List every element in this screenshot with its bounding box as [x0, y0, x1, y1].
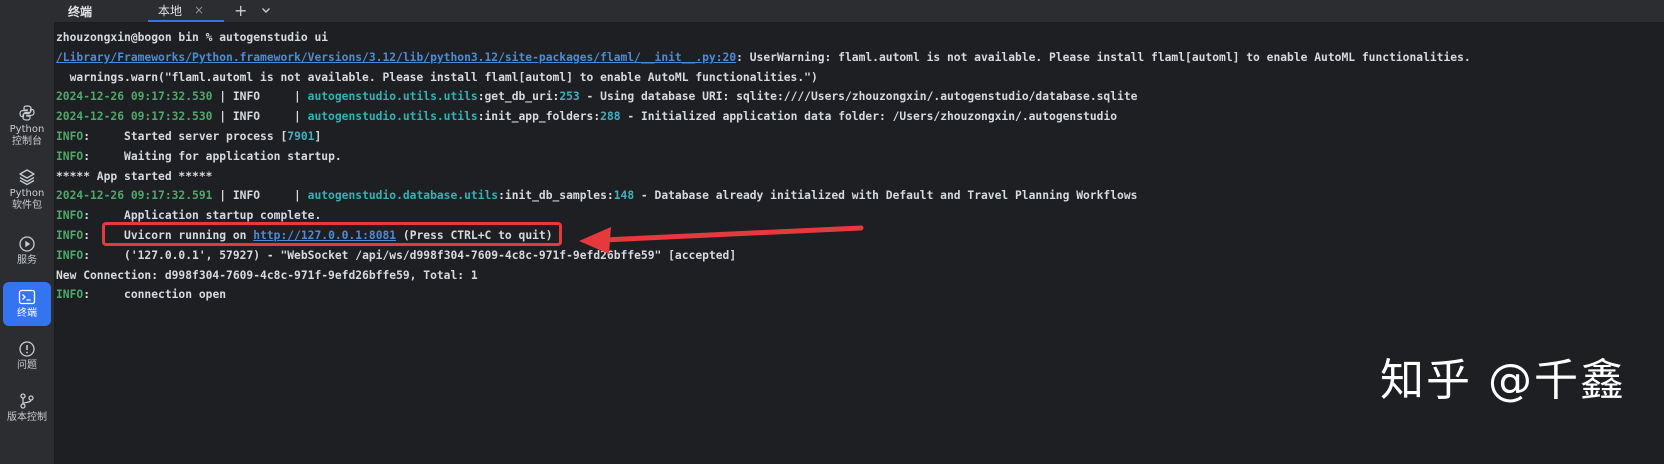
terminal-line: 2024-12-26 09:17:32.530 | INFO | autogen… — [56, 87, 1664, 107]
terminal-line: INFO: Waiting for application startup. — [56, 147, 1664, 167]
tool-version-control[interactable]: 版本控制 — [3, 392, 51, 424]
tool-window-strip: Python 控制台 Python 软件包 服务 终端 问题 版本控制 — [0, 0, 55, 464]
terminal-text: | INFO | — [212, 189, 308, 203]
tool-python-packages[interactable]: Python 软件包 — [3, 168, 51, 212]
terminal-text: 2024-12-26 09:17:32.591 — [56, 189, 213, 203]
terminal-text: : Waiting for application startup. — [83, 149, 342, 163]
terminal-line: New Connection: d998f304-7609-4c8c-971f-… — [56, 266, 1664, 286]
terminal-text: zhouzongxin@bogon bin % autogenstudio ui — [56, 31, 329, 44]
alert-icon — [19, 341, 35, 357]
terminal-text: INFO — [56, 209, 84, 223]
tool-label: Python 控制台 — [9, 124, 45, 147]
terminal-text: :init_db_samples: — [498, 189, 614, 203]
terminal-text: 2024-12-26 09:17:32.530 — [56, 110, 213, 124]
terminal-text: : Application startup complete. — [83, 209, 322, 223]
terminal-text: : Started server process [ — [83, 129, 288, 143]
terminal-text: 288 — [600, 110, 621, 124]
tab-label: 本地 — [158, 3, 183, 18]
terminal-text: | INFO | — [212, 110, 308, 124]
terminal-text: :init_app_folders: — [477, 110, 601, 124]
tool-label: 服务 — [17, 255, 37, 266]
close-icon[interactable]: × — [194, 3, 204, 17]
terminal-text: ] — [314, 129, 322, 143]
terminal-line: INFO: Started server process [7901] — [56, 127, 1664, 147]
tool-services[interactable]: 服务 — [3, 235, 51, 267]
play-icon — [19, 236, 35, 252]
terminal-line: 2024-12-26 09:17:32.530 | INFO | autogen… — [56, 107, 1664, 127]
terminal-tab-bar: 终端 本地 × + — [54, 0, 1664, 23]
layers-icon — [19, 169, 35, 186]
terminal-text: warnings.warn("flaml.automl is not avail… — [56, 70, 818, 84]
terminal-line: ***** App started ***** — [56, 167, 1664, 187]
terminal-text: ***** App started ***** — [56, 169, 213, 183]
terminal-text: INFO — [56, 288, 84, 302]
terminal-text: - Initialized application data folder: /… — [620, 110, 1118, 124]
tool-problems[interactable]: 问题 — [3, 340, 51, 372]
terminal-output[interactable]: zhouzongxin@bogon bin % autogenstudio ui… — [56, 28, 1664, 305]
ide-window: Python 控制台 Python 软件包 服务 终端 问题 版本控制 终端 本… — [0, 0, 1664, 464]
terminal-text: : connection open — [83, 288, 227, 302]
terminal-line: INFO: connection open — [56, 285, 1664, 305]
tool-python-console[interactable]: Python 控制台 — [3, 104, 51, 148]
terminal-text: 2024-12-26 09:17:32.530 — [56, 90, 213, 104]
watermark: 知乎 @千鑫 — [1380, 355, 1626, 406]
terminal-text: autogenstudio.utils.utils — [307, 90, 478, 104]
python-icon — [19, 105, 35, 121]
terminal-line: warnings.warn("flaml.automl is not avail… — [56, 68, 1664, 88]
chevron-down-icon[interactable] — [260, 4, 272, 19]
terminal-text: 7901 — [287, 129, 315, 143]
terminal-link[interactable]: /Library/Frameworks/Python.framework/Ver… — [56, 51, 736, 64]
terminal-text: INFO — [56, 149, 84, 163]
annotation-highlight-box — [102, 222, 562, 246]
terminal-icon — [18, 289, 36, 305]
terminal-text: 148 — [613, 189, 635, 203]
git-branch-icon — [20, 393, 34, 409]
terminal-text: autogenstudio.utils.utils — [307, 110, 478, 124]
terminal-text: New Connection: d998f304-7609-4c8c-971f-… — [56, 268, 478, 282]
terminal-text: INFO — [56, 129, 84, 143]
tool-terminal[interactable]: 终端 — [3, 282, 51, 326]
tool-label: 终端 — [17, 308, 37, 319]
terminal-text: : UserWarning: flaml.automl is not avail… — [736, 50, 1471, 64]
terminal-text: INFO — [56, 248, 84, 262]
tab-local[interactable]: 本地 × — [148, 0, 224, 22]
tool-label: 版本控制 — [7, 412, 47, 423]
terminal-text: :get_db_uri: — [477, 90, 560, 104]
tool-label: 问题 — [17, 360, 37, 371]
terminal-line: zhouzongxin@bogon bin % autogenstudio ui — [56, 28, 1664, 48]
terminal-text: autogenstudio.database.utils — [307, 189, 499, 203]
terminal-line: 2024-12-26 09:17:32.591 | INFO | autogen… — [56, 186, 1664, 206]
annotation-arrow-icon — [579, 225, 864, 254]
tool-window-title: 终端 — [68, 5, 93, 19]
terminal-line: /Library/Frameworks/Python.framework/Ver… — [56, 48, 1664, 68]
tool-label: Python 软件包 — [9, 188, 45, 211]
add-tab-icon[interactable]: + — [234, 1, 247, 20]
terminal-text: - Database already initialized with Defa… — [634, 189, 1138, 203]
terminal-text: 253 — [559, 90, 580, 104]
terminal-text: - Using database URI: sqlite:////Users/z… — [579, 90, 1138, 104]
terminal-text: INFO — [56, 228, 84, 242]
terminal-text: | INFO | — [212, 90, 308, 104]
